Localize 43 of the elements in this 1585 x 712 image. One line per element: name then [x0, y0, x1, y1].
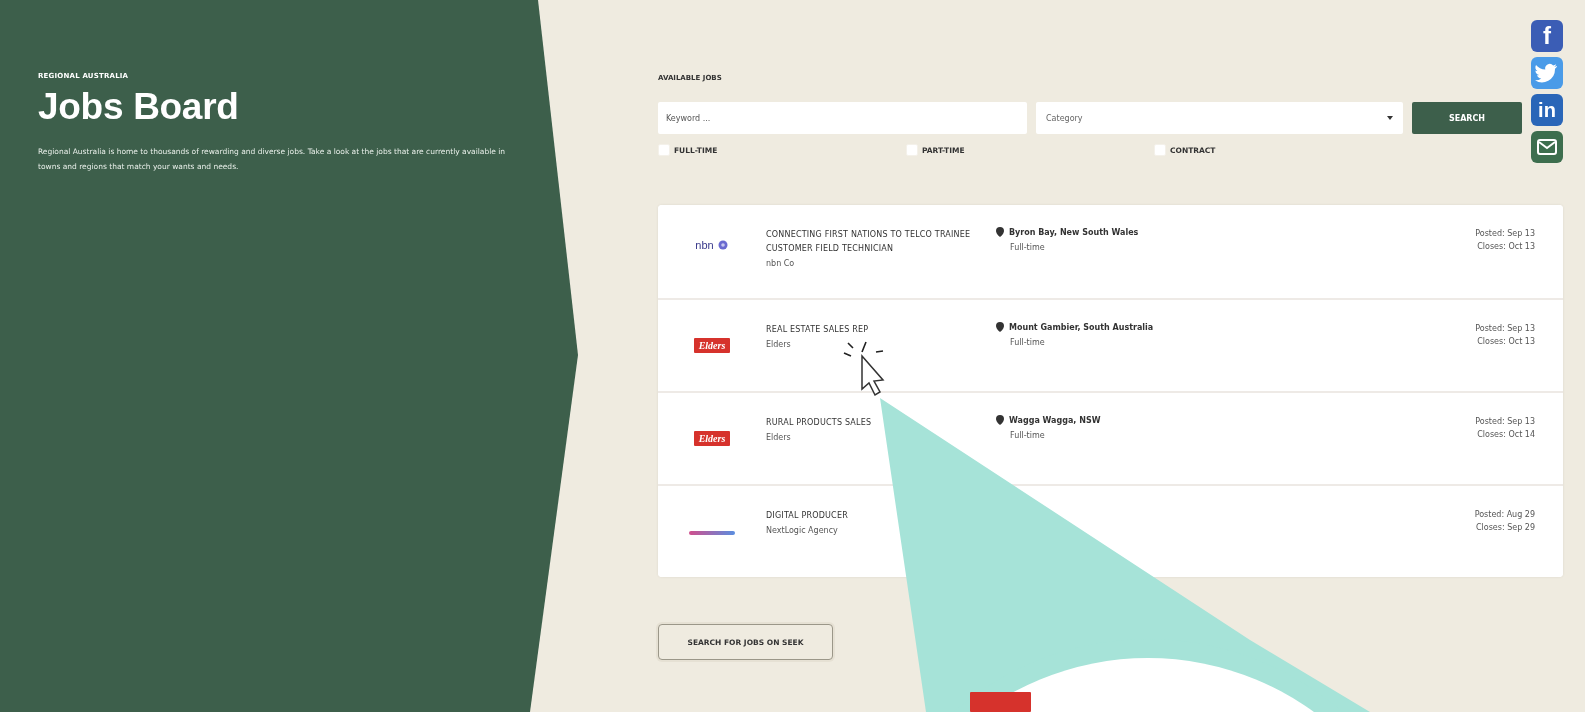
job-type: Full-time [1010, 338, 1046, 347]
category-dropdown[interactable]: Category [1036, 102, 1403, 134]
job-title[interactable]: DIGITAL PRODUCER [766, 509, 848, 523]
logo-mark-icon [716, 240, 729, 250]
keyword-field[interactable]: Keyword ... [658, 102, 1027, 134]
closing-date: Closes: Oct 13 [1476, 336, 1535, 348]
posted-date: Posted: Sep 13 [1475, 228, 1535, 240]
twitter-icon[interactable] [1531, 57, 1563, 89]
closing-date: Closes: Oct 14 [1476, 429, 1535, 441]
company-name: Elders [766, 433, 791, 442]
posted-date: Posted: Aug 29 [1474, 509, 1535, 521]
location-pin-icon [996, 227, 1004, 237]
job-type: Full-time [1010, 243, 1046, 252]
company-name: Elders [766, 340, 791, 349]
caret-icon [1387, 116, 1393, 120]
filter-checkbox[interactable] [1154, 144, 1166, 156]
job-title[interactable]: CONNECTING FIRST NATIONS TO TELCO TRAINEE CUSTOMER FIELD TECHNICIAN [766, 228, 996, 256]
location-pin-icon [996, 415, 1004, 425]
company-logo: Elders [693, 431, 731, 446]
company-name: NextLogic Agency [766, 526, 838, 535]
job-location: Mount Gambier, South Australia [1009, 322, 1154, 332]
posted-date: Posted: Sep 13 [1475, 323, 1535, 335]
company-logo: nbn [695, 239, 714, 251]
page-title: Jobs Board [38, 86, 240, 128]
search-button[interactable]: SEARCH [1412, 102, 1522, 134]
company-logo: Elders [693, 338, 731, 353]
company-logo-icon [689, 530, 735, 536]
closing-date: Closes: Oct 13 [1476, 241, 1535, 253]
filter-checkbox[interactable] [658, 144, 670, 156]
job-title[interactable]: RURAL PRODUCTS SALES [766, 416, 872, 430]
posted-date: Posted: Sep 13 [1475, 416, 1535, 428]
filter-checkbox[interactable] [906, 144, 918, 156]
facebook-link[interactable]: f [1531, 20, 1563, 52]
location-pin-icon [996, 322, 1004, 332]
company-logo-icon [970, 692, 1031, 712]
closing-date: Closes: Sep 29 [1475, 522, 1535, 534]
email-icon[interactable] [1531, 131, 1563, 163]
job-location: Wagga Wagga, NSW [1009, 415, 1101, 425]
linkedin-link[interactable]: in [1531, 94, 1563, 126]
job-type: Full-time [1010, 431, 1046, 440]
job-location: Byron Bay, New South Wales [1009, 227, 1139, 237]
company-name: nbn Co [766, 259, 795, 268]
job-title[interactable]: REAL ESTATE SALES REP [766, 323, 869, 337]
